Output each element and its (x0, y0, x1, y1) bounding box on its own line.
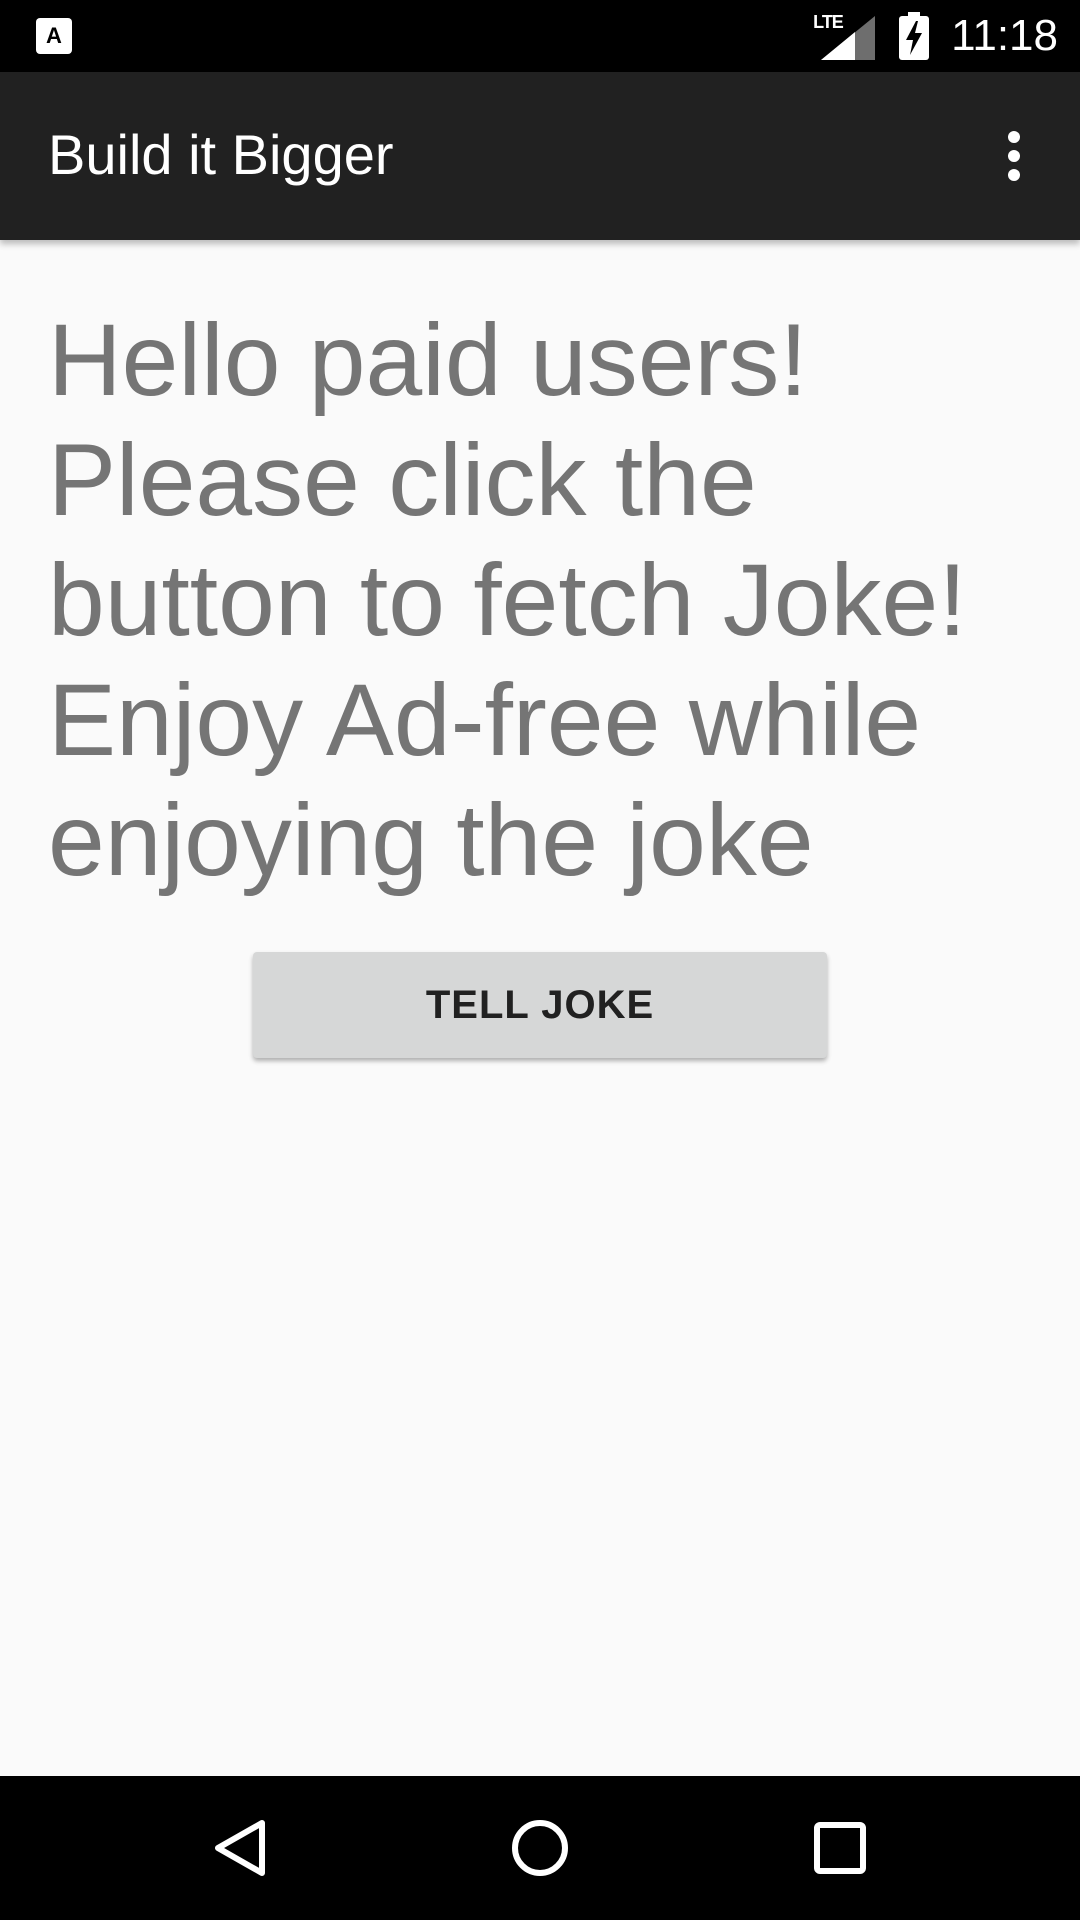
recents-square-icon[interactable] (790, 1798, 890, 1898)
message-line: button to fetch Joke! (48, 543, 967, 657)
status-clock: 11:18 (951, 11, 1058, 60)
welcome-message: Hello paid users! Please click the butto… (48, 300, 1038, 900)
battery-charging-icon (899, 12, 930, 60)
status-bar: A LTE 11:18 (0, 0, 1080, 72)
more-vert-icon[interactable] (972, 114, 1056, 198)
main-content: Hello paid users! Please click the butto… (48, 300, 1038, 900)
app-title: Build it Bigger (48, 123, 394, 186)
home-circle-icon[interactable] (490, 1798, 590, 1898)
tell-joke-button[interactable]: TELL JOKE (253, 952, 827, 1058)
notification-icon: A (36, 18, 72, 54)
signal-strength-icon (821, 16, 876, 60)
lte-signal-icon: LTE (813, 12, 876, 60)
message-line: Please click the (48, 423, 757, 537)
screen: A LTE 11:18 Build it Bigger Hello paid u… (0, 0, 1080, 1920)
message-line: Hello paid users! (48, 303, 808, 417)
app-bar: Build it Bigger (0, 72, 1080, 240)
back-triangle-icon[interactable] (190, 1798, 290, 1898)
message-line: Enjoy Ad-free while (48, 663, 922, 777)
navigation-bar (0, 1776, 1080, 1920)
message-line: enjoying the joke (48, 783, 814, 897)
status-indicators: LTE 11:18 (813, 0, 1058, 72)
